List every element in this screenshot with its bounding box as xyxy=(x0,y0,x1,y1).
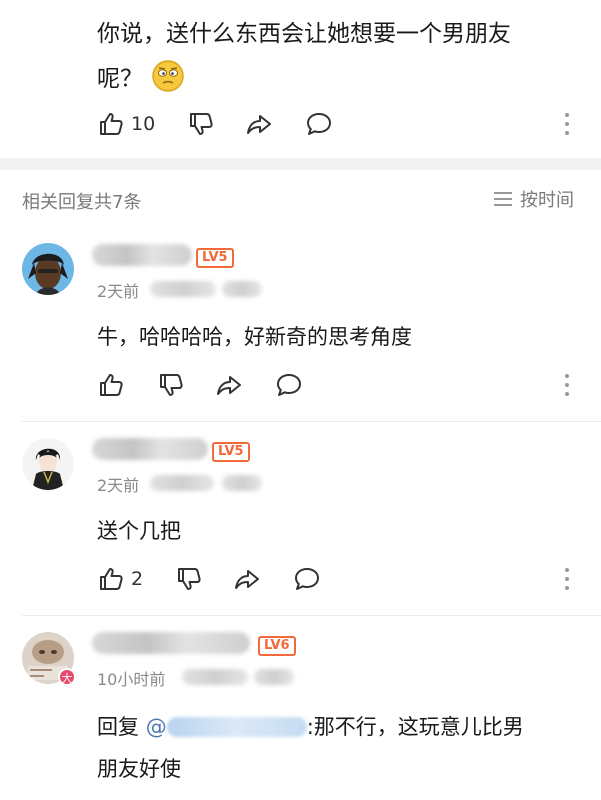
comment-button[interactable] xyxy=(275,370,303,400)
location-redacted xyxy=(150,281,216,297)
comment-button[interactable] xyxy=(305,109,333,139)
like-count: 2 xyxy=(131,568,144,590)
thumb-down-icon xyxy=(178,568,201,590)
mention-username-redacted xyxy=(166,717,307,737)
comment-button[interactable] xyxy=(293,564,321,594)
thumb-down-icon xyxy=(160,374,183,396)
username-redacted[interactable] xyxy=(92,632,250,654)
avatar[interactable] xyxy=(22,243,74,295)
device-redacted xyxy=(222,475,262,491)
comment-actions: 2 xyxy=(97,564,567,594)
thumb-up-icon xyxy=(100,374,123,396)
comment-item: LV5 2天前 送个几把 2 xyxy=(0,422,601,616)
dislike-button[interactable] xyxy=(187,109,215,139)
reply-text-line2: 朋友好使 xyxy=(97,757,181,781)
dislike-button[interactable] xyxy=(157,370,185,400)
comment-actions xyxy=(97,370,567,400)
more-options-button[interactable] xyxy=(560,564,574,594)
more-vertical-icon xyxy=(565,113,569,135)
comment-bubble-icon xyxy=(307,113,331,135)
post-actions: 10 xyxy=(97,109,567,139)
comment-time: 2天前 xyxy=(97,476,140,495)
dislike-button[interactable] xyxy=(175,564,203,594)
comment-text: 回复 @:那不行，这玩意儿比男 朋友好使 xyxy=(97,706,567,790)
top-post: 你说，送什么东西会让她想要一个男朋友 呢？ 10 xyxy=(0,0,601,158)
sort-label: 按时间 xyxy=(520,190,574,211)
like-count: 10 xyxy=(131,113,156,135)
level-badge: LV5 xyxy=(196,248,234,268)
comment-text: 送个几把 xyxy=(97,519,181,543)
like-button[interactable] xyxy=(97,370,125,400)
comment-bubble-icon xyxy=(277,374,301,396)
replies-header: 相关回复共7条 按时间 xyxy=(0,178,601,218)
more-vertical-icon xyxy=(565,568,569,590)
username-redacted[interactable] xyxy=(92,438,208,460)
post-content: 你说，送什么东西会让她想要一个男朋友 呢？ xyxy=(97,12,567,102)
comment-item: LV5 2天前 牛，哈哈哈哈，好新奇的思考角度 xyxy=(0,232,601,422)
location-redacted xyxy=(150,475,214,491)
comment-bubble-icon xyxy=(295,568,319,590)
thinking-face-icon xyxy=(151,59,185,93)
avatar[interactable] xyxy=(22,438,74,490)
device-redacted xyxy=(222,281,262,297)
sort-lines-icon xyxy=(494,192,512,206)
thumb-down-icon xyxy=(190,113,213,135)
section-divider xyxy=(0,158,601,170)
like-button[interactable]: 10 xyxy=(97,109,155,139)
reply-prefix: 回复 xyxy=(97,715,139,739)
share-arrow-icon xyxy=(247,115,271,134)
thumb-up-icon xyxy=(100,568,123,590)
share-button[interactable] xyxy=(245,109,273,139)
share-arrow-icon xyxy=(235,570,259,589)
more-options-button[interactable] xyxy=(560,109,574,139)
reply-text-line1: :那不行，这玩意儿比男 xyxy=(306,715,524,739)
comment-time: 2天前 xyxy=(97,282,140,301)
comment-time: 10小时前 xyxy=(97,670,166,689)
location-redacted xyxy=(182,669,248,685)
mention-link[interactable]: @ xyxy=(146,715,307,739)
thumb-up-icon xyxy=(100,113,123,135)
sort-by-time-button[interactable]: 按时间 xyxy=(492,186,574,212)
share-button[interactable] xyxy=(233,564,261,594)
share-arrow-icon xyxy=(217,376,241,395)
device-redacted xyxy=(254,669,294,685)
vip-badge: 大 xyxy=(58,668,76,686)
post-text-line2: 呢？ xyxy=(97,66,143,92)
replies-count-label: 相关回复共7条 xyxy=(22,192,142,213)
comment-text: 牛，哈哈哈哈，好新奇的思考角度 xyxy=(97,325,412,349)
more-vertical-icon xyxy=(565,374,569,396)
level-badge: LV6 xyxy=(258,636,296,656)
comment-item: 大 LV6 10小时前 回复 @:那不行，这玩意儿比男 朋友好使 xyxy=(0,616,601,800)
share-button[interactable] xyxy=(215,370,243,400)
username-redacted[interactable] xyxy=(92,244,192,266)
like-button[interactable]: 2 xyxy=(97,564,143,594)
more-options-button[interactable] xyxy=(560,370,574,400)
post-text-line1: 你说，送什么东西会让她想要一个男朋友 xyxy=(97,21,511,47)
level-badge: LV5 xyxy=(212,442,250,462)
